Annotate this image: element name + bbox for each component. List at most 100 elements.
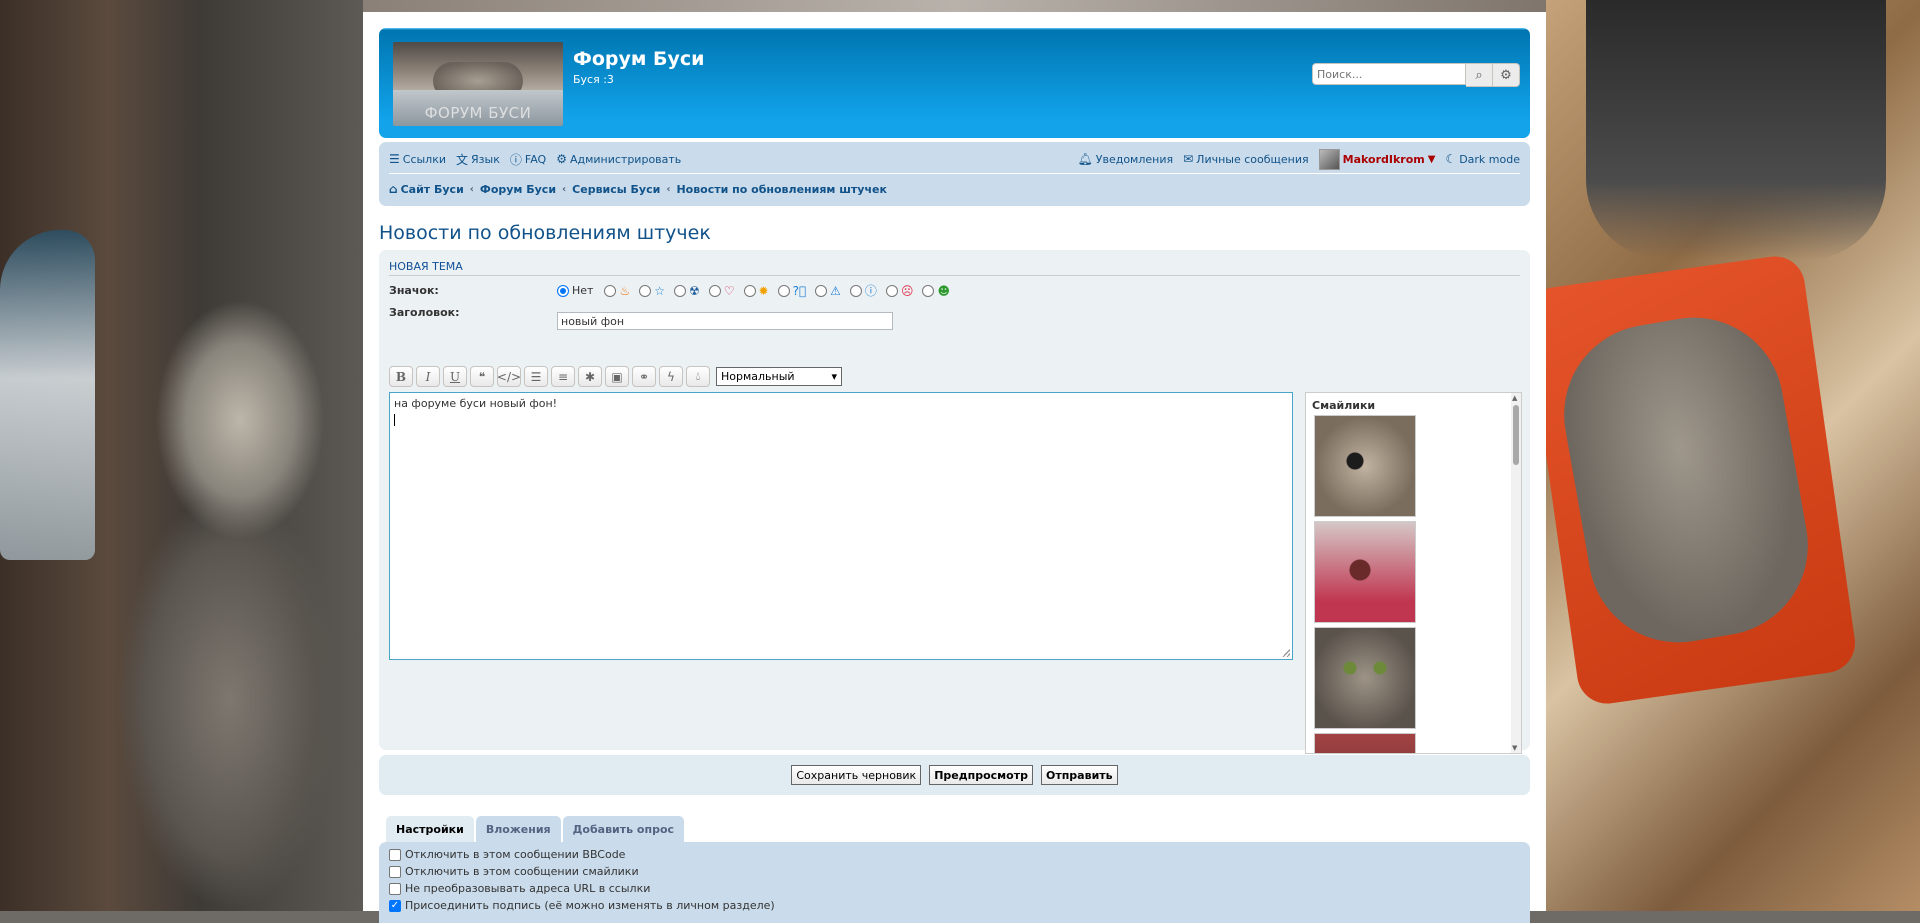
smilies-scrollbar[interactable]: ▲ ▼: [1511, 393, 1521, 753]
option-attach-signature[interactable]: ✓ Присоединить подпись (её можно изменять…: [389, 899, 775, 912]
tab-settings[interactable]: Настройки: [386, 816, 474, 842]
advanced-search-button[interactable]: ⚙: [1493, 63, 1520, 87]
gear-icon: ⚙: [1500, 67, 1512, 83]
sad-face-icon: ☹: [900, 283, 914, 298]
happy-face-icon: ☻: [937, 283, 950, 298]
chevron-left-icon: ‹: [666, 183, 671, 195]
underline-button[interactable]: U: [443, 366, 467, 387]
options-tabs: Настройки Вложения Добавить опрос: [386, 816, 685, 842]
background-photo-left: [0, 0, 363, 911]
subject-label: Заголовок:: [389, 306, 460, 319]
icon-radio-radioactive[interactable]: [673, 284, 686, 297]
font-size-select[interactable]: Нормальный ▾: [716, 367, 842, 386]
inbox-icon: ✉: [1183, 152, 1194, 166]
message-textarea[interactable]: на форуме буси новый фон!: [389, 392, 1293, 660]
page-title[interactable]: Новости по обновлениям штучек: [379, 222, 711, 244]
droplet-icon: 💧︎: [695, 369, 701, 383]
nav-left: ☰ Ссылки 文 Язык ⓘ FAQ ⚙ Администрировать: [389, 151, 681, 168]
nav-language[interactable]: 文 Язык: [456, 151, 500, 168]
bell-icon: 🔔︎: [1077, 152, 1093, 166]
image-icon: ▣: [611, 369, 623, 384]
search-button[interactable]: ⌕: [1466, 63, 1493, 87]
message-text: на форуме буси новый фон!: [394, 397, 558, 410]
menu-icon: ☰: [389, 152, 400, 166]
resize-handle[interactable]: [1282, 649, 1290, 657]
ordered-list-button[interactable]: ≡: [551, 366, 575, 387]
list-button[interactable]: ☰: [524, 366, 548, 387]
checkbox[interactable]: [389, 865, 401, 878]
breadcrumb-forum[interactable]: Форум Буси: [480, 183, 556, 196]
question-icon: ?⃝: [792, 283, 807, 298]
submit-button[interactable]: Отправить: [1040, 765, 1118, 785]
smiley-3[interactable]: [1314, 627, 1416, 729]
link-button[interactable]: ⚭: [632, 366, 656, 387]
icon-radio-none[interactable]: [557, 284, 569, 297]
search-icon: ⌕: [1475, 67, 1483, 83]
tab-attachments[interactable]: Вложения: [475, 816, 561, 842]
checkbox[interactable]: [389, 882, 401, 895]
info-icon: ⓘ: [864, 284, 877, 298]
color-button[interactable]: 💧︎: [686, 366, 710, 387]
option-disable-bbcode[interactable]: Отключить в этом сообщении BBCode: [389, 848, 625, 861]
star-icon: ☆: [654, 283, 665, 298]
option-disable-smilies[interactable]: Отключить в этом сообщении смайлики: [389, 865, 639, 878]
search-input[interactable]: [1312, 63, 1466, 85]
icon-radio-sad[interactable]: [885, 284, 898, 297]
breadcrumb-services[interactable]: Сервисы Буси: [572, 183, 660, 196]
checkbox[interactable]: [389, 848, 401, 861]
option-disable-magic-url[interactable]: Не преобразовывать адреса URL в ссылки: [389, 882, 650, 895]
ordered-list-icon: ≡: [557, 369, 569, 384]
list-item-button[interactable]: ✱: [578, 366, 602, 387]
icon-radio-question[interactable]: [777, 284, 790, 297]
nav-dark-mode[interactable]: ☾ Dark mode: [1445, 152, 1520, 166]
quote-button[interactable]: ❝: [470, 366, 494, 387]
subject-input[interactable]: [557, 312, 893, 330]
icon-radio-idea[interactable]: [743, 284, 756, 297]
chevron-down-icon: ▾: [831, 370, 837, 383]
post-form-panel: Новая тема Значок: Нет ♨ ☆ ☢ ♡ ✹ ?⃝ ⚠ ⓘ …: [379, 250, 1530, 754]
icon-radio-warning[interactable]: [815, 284, 828, 297]
checkbox-checked[interactable]: ✓: [389, 899, 401, 912]
smiley-1[interactable]: [1314, 415, 1416, 517]
home-icon: ⌂: [389, 182, 398, 196]
icon-radio-star[interactable]: [639, 284, 652, 297]
tab-add-poll[interactable]: Добавить опрос: [562, 816, 685, 842]
site-description: Буся :3: [573, 73, 614, 86]
navbar: ☰ Ссылки 文 Язык ⓘ FAQ ⚙ Администрировать 🔔︎ У…: [379, 142, 1530, 206]
smiley-4[interactable]: [1314, 733, 1416, 753]
breadcrumb-current[interactable]: Новости по обновлениям штучек: [676, 183, 886, 196]
save-draft-button[interactable]: Сохранить черновик: [791, 765, 922, 785]
topic-icon-picker: Нет ♨ ☆ ☢ ♡ ✹ ?⃝ ⚠ ⓘ ☹ ☻: [557, 282, 956, 299]
nav-links[interactable]: ☰ Ссылки: [389, 152, 446, 166]
breadcrumb: ⌂ Сайт Буси ‹ Форум Буси ‹ Сервисы Буси ‹…: [389, 179, 887, 199]
image-button[interactable]: ▣: [605, 366, 629, 387]
icon-radio-happy[interactable]: [922, 284, 935, 297]
icon-radio-info[interactable]: [849, 284, 862, 297]
preview-button[interactable]: Предпросмотр: [929, 765, 1033, 785]
form-legend: Новая тема: [389, 260, 1520, 276]
nav-right: 🔔︎ Уведомления ✉ Личные сообщения MakordIk…: [1078, 148, 1520, 170]
breadcrumb-home[interactable]: ⌂ Сайт Буси: [389, 182, 464, 196]
nav-private-messages[interactable]: ✉ Личные сообщения: [1183, 152, 1309, 166]
lightbulb-icon: ✹: [758, 283, 769, 298]
site-header: ФОРУМ БУСИ Форум Буси Буся :3 ⌕ ⚙: [379, 28, 1530, 138]
heart-icon: ♡: [723, 283, 735, 298]
site-logo[interactable]: ФОРУМ БУСИ: [393, 42, 563, 126]
nav-user-menu[interactable]: MakordIkrom ▼: [1318, 148, 1435, 170]
submit-bar: Сохранить черновик Предпросмотр Отправит…: [379, 755, 1530, 795]
nav-admin[interactable]: ⚙ Администрировать: [556, 152, 681, 166]
code-button[interactable]: </>: [497, 366, 521, 387]
icon-radio-fire[interactable]: [604, 284, 617, 297]
bold-button[interactable]: B: [389, 366, 413, 387]
chevron-left-icon: ‹: [469, 183, 474, 195]
nav-notifications[interactable]: 🔔︎ Уведомления: [1078, 152, 1174, 166]
italic-button[interactable]: I: [416, 366, 440, 387]
flash-button[interactable]: ϟ: [659, 366, 683, 387]
nav-faq[interactable]: ⓘ FAQ: [510, 151, 546, 168]
site-title[interactable]: Форум Буси: [573, 48, 704, 70]
bolt-icon: ϟ: [667, 369, 675, 384]
icon-radio-heart[interactable]: [708, 284, 721, 297]
smilies-box: Смайлики ▲ ▼: [1305, 392, 1522, 754]
smiley-2[interactable]: [1314, 521, 1416, 623]
smilies-title: Смайлики: [1312, 399, 1376, 412]
